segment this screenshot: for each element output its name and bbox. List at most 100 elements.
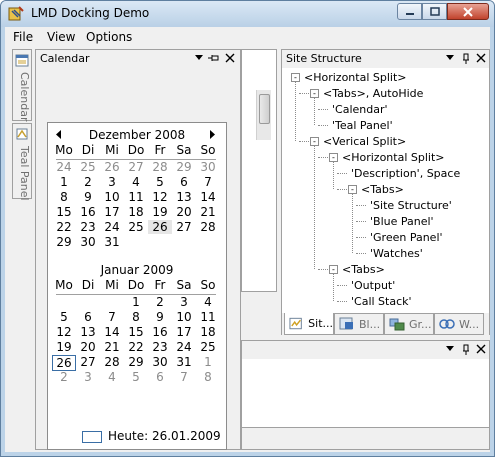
- panel-pin-button[interactable]: [460, 343, 472, 355]
- panel-menu-button[interactable]: [444, 52, 456, 64]
- tree-node[interactable]: <Tabs>: [361, 183, 404, 196]
- calendar-day[interactable]: 1: [196, 355, 220, 369]
- calendar-day[interactable]: 5: [148, 175, 172, 189]
- tree-expander[interactable]: -: [348, 185, 357, 194]
- calendar-day[interactable]: 23: [148, 340, 172, 354]
- calendar-day[interactable]: 28: [148, 160, 172, 174]
- menu-view[interactable]: View: [47, 30, 75, 44]
- calendar-day[interactable]: 29: [52, 235, 76, 249]
- tree-node[interactable]: <Horizontal Split>: [342, 151, 445, 164]
- tree-node[interactable]: 'Green Panel': [370, 231, 443, 244]
- side-tab-teal-panel[interactable]: Teal Panel: [12, 123, 32, 201]
- calendar-day[interactable]: 26: [52, 355, 76, 371]
- calendar-day[interactable]: 22: [124, 340, 148, 354]
- calendar-day[interactable]: 10: [172, 310, 196, 324]
- calendar-day[interactable]: 18: [124, 205, 148, 219]
- calendar-day[interactable]: 5: [52, 310, 76, 324]
- calendar-day[interactable]: 17: [100, 205, 124, 219]
- calendar-day[interactable]: 8: [124, 310, 148, 324]
- calendar-day[interactable]: 8: [196, 370, 220, 384]
- calendar-day[interactable]: 3: [172, 295, 196, 309]
- calendar-day[interactable]: 25: [196, 340, 220, 354]
- calendar-day[interactable]: 7: [196, 175, 220, 189]
- calendar-day[interactable]: 4: [196, 295, 220, 309]
- panel-pin-button[interactable]: [208, 52, 220, 64]
- calendar-day[interactable]: 11: [124, 190, 148, 204]
- panel-close-button[interactable]: [475, 343, 487, 355]
- tab-blue-panel[interactable]: Bl...: [334, 313, 384, 335]
- close-window-button[interactable]: [447, 3, 489, 20]
- calendar-day[interactable]: 13: [76, 325, 100, 339]
- calendar-day[interactable]: 19: [148, 205, 172, 219]
- calendar-day[interactable]: 20: [76, 340, 100, 354]
- tree-expander[interactable]: -: [329, 265, 338, 274]
- calendar-day[interactable]: 24: [100, 220, 124, 234]
- calendar-day[interactable]: 3: [76, 370, 100, 384]
- calendar-day[interactable]: 17: [172, 325, 196, 339]
- calendar-day[interactable]: 26: [148, 220, 172, 234]
- calendar-day[interactable]: 22: [52, 220, 76, 234]
- month-calendar[interactable]: Dezember 2008 Januar 2009 Mo Di Mi Do Fr Sa So…: [47, 122, 227, 450]
- calendar-day[interactable]: 28: [100, 355, 124, 369]
- site-structure-tree[interactable]: - <Horizontal Split> - <Tabs>, AutoHide 'Cal…: [282, 68, 489, 312]
- calendar-day[interactable]: 3: [100, 175, 124, 189]
- vertical-scrollbar[interactable]: [256, 90, 271, 140]
- menu-file[interactable]: File: [13, 30, 33, 44]
- calendar-day[interactable]: 2: [76, 175, 100, 189]
- calendar-day[interactable]: 15: [52, 205, 76, 219]
- calendar-day[interactable]: 24: [172, 340, 196, 354]
- tree-node[interactable]: 'Teal Panel': [332, 119, 393, 132]
- calendar-day[interactable]: 27: [124, 160, 148, 174]
- tree-expander[interactable]: -: [310, 89, 319, 98]
- calendar-day[interactable]: 23: [76, 220, 100, 234]
- calendar-day[interactable]: 4: [100, 370, 124, 384]
- calendar-day[interactable]: 16: [148, 325, 172, 339]
- panel-pin-button[interactable]: [460, 52, 472, 64]
- calendar-day[interactable]: 11: [196, 310, 220, 324]
- calendar-day[interactable]: 29: [124, 355, 148, 369]
- panel-menu-button[interactable]: [193, 52, 205, 64]
- calendar-day[interactable]: 8: [52, 190, 76, 204]
- calendar-day[interactable]: 31: [172, 355, 196, 369]
- calendar-day[interactable]: 29: [172, 160, 196, 174]
- calendar-day[interactable]: 25: [76, 160, 100, 174]
- tree-node[interactable]: <Verical Split>: [323, 135, 406, 148]
- today-link[interactable]: Heute: 26.01.2009: [108, 429, 221, 443]
- tree-expander[interactable]: -: [291, 73, 300, 82]
- tab-watches[interactable]: W...: [434, 313, 484, 335]
- calendar-day[interactable]: 10: [100, 190, 124, 204]
- tree-expander[interactable]: -: [310, 137, 319, 146]
- calendar-day[interactable]: 30: [148, 355, 172, 369]
- tab-green-panel[interactable]: Gr...: [384, 313, 434, 335]
- calendar-day[interactable]: 26: [100, 160, 124, 174]
- calendar-day[interactable]: 2: [148, 295, 172, 309]
- calendar-day[interactable]: 27: [76, 355, 100, 369]
- tree-node[interactable]: 'Calendar': [332, 103, 388, 116]
- calendar-day[interactable]: 7: [100, 310, 124, 324]
- calendar-day[interactable]: 9: [148, 310, 172, 324]
- panel-close-button[interactable]: [224, 52, 236, 64]
- calendar-day[interactable]: 12: [148, 190, 172, 204]
- tree-node[interactable]: <Tabs>: [342, 263, 385, 276]
- menu-options[interactable]: Options: [86, 30, 132, 44]
- calendar-day[interactable]: 20: [172, 205, 196, 219]
- calendar-day[interactable]: 18: [196, 325, 220, 339]
- tree-node[interactable]: 'Site Structure': [370, 199, 452, 212]
- tree-node[interactable]: 'Watches': [370, 247, 423, 260]
- panel-menu-button[interactable]: [444, 343, 456, 355]
- calendar-day[interactable]: 15: [124, 325, 148, 339]
- panel-close-button[interactable]: [475, 52, 487, 64]
- calendar-day[interactable]: 6: [76, 310, 100, 324]
- calendar-day[interactable]: 24: [52, 160, 76, 174]
- tree-node[interactable]: 'Output': [351, 279, 395, 292]
- calendar-day[interactable]: 14: [196, 190, 220, 204]
- calendar-day[interactable]: 13: [172, 190, 196, 204]
- calendar-day[interactable]: 1: [124, 295, 148, 309]
- calendar-day[interactable]: 5: [124, 370, 148, 384]
- calendar-day[interactable]: 19: [52, 340, 76, 354]
- tree-node[interactable]: 'Call Stack': [351, 295, 412, 308]
- calendar-day[interactable]: 21: [100, 340, 124, 354]
- calendar-day[interactable]: 4: [124, 175, 148, 189]
- calendar-day[interactable]: 25: [124, 220, 148, 234]
- calendar-day[interactable]: 6: [172, 175, 196, 189]
